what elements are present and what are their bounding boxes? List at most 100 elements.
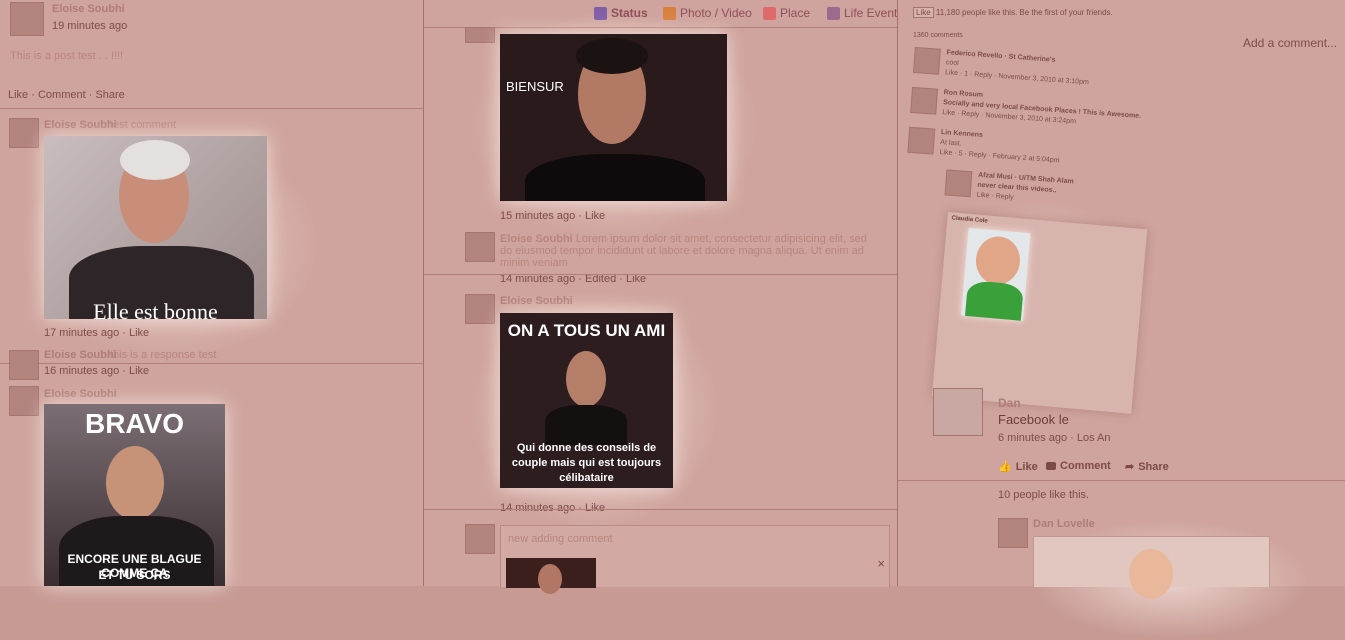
thumbs-up-icon: 👍 [998,461,1012,473]
comment-time[interactable]: 16 minutes ago [44,365,119,377]
like-box: Like 11,180 people like this. Be the fir… [913,7,1113,18]
comment-author[interactable]: Ron Rosum [944,89,984,99]
tab-label: Life Event [844,6,898,20]
post-text: Facebook le [998,412,1069,427]
person-shirt [545,405,627,445]
comment-meta[interactable]: Like · Reply [976,192,1013,202]
add-comment-link[interactable]: Add a comment... [1243,36,1337,50]
comment-avatar[interactable] [998,518,1028,548]
comment-photo[interactable] [1033,536,1270,599]
tab-place[interactable]: Place [763,6,810,20]
post-meta: 15 minutes ago · Like [500,210,606,222]
post-photo[interactable]: BIENSUR [500,34,727,201]
tab-label: Status [611,6,648,20]
tab-label: Photo / Video [680,6,752,20]
likes-count[interactable]: 10 people like this. [998,489,1089,501]
comment-link[interactable]: Comment [38,89,86,101]
comment-avatar[interactable] [465,294,495,324]
post-time[interactable]: 6 minutes ago · Los An [998,432,1111,444]
post-photo[interactable]: ON A TOUS UN AMI ... Qui donne des conse… [500,313,673,488]
comment-time[interactable]: 17 minutes ago [44,327,119,339]
comment-avatar[interactable] [907,126,936,155]
tab-status[interactable]: Status [594,6,648,20]
flag-icon [827,6,840,20]
comment-meta[interactable]: Like · 1 · Reply · November 3, 2010 at 3… [945,69,1089,86]
post-actions: Like · Comment · Share [8,89,125,101]
comment-avatar[interactable] [9,350,39,380]
like-link[interactable]: Like [129,327,149,339]
post-meta: 14 minutes ago · Like [500,502,606,514]
comment-avatar[interactable] [465,27,495,43]
comment-avatar[interactable] [465,232,495,262]
comment-text: this is a response test [110,349,217,361]
close-icon[interactable]: × [877,556,885,571]
comment-author[interactable]: Lin Kennens [941,129,983,139]
comment-avatar[interactable] [944,169,973,198]
avatar[interactable] [10,2,44,36]
person-head [1129,549,1173,599]
comment-text: At last. [940,139,962,148]
like-link[interactable]: Like [129,365,149,377]
comment-meta: 16 minutes ago · Like [44,365,150,377]
photo-icon [663,6,676,20]
comments-count: 1360 comments [913,32,963,39]
comment-meta: 17 minutes ago · Like [44,327,150,339]
photo-caption-bottom: ET TU SORS [98,568,171,582]
divider [898,480,1345,481]
post-author[interactable]: Eloise Soubhi [52,3,125,15]
reply-author[interactable]: Claudia Cole [951,215,988,224]
person-hair [120,140,190,180]
person-head [538,564,562,594]
comment-text: test comment [110,119,177,131]
like-link[interactable]: Like [585,502,605,514]
like-link[interactable]: Like [585,210,605,222]
comment-button[interactable]: Comment [1046,460,1111,472]
comment-avatar[interactable] [910,86,939,115]
photo-caption-bottom: Qui donne des conseils de couple mais qu… [511,442,662,484]
person-head [566,351,606,407]
divider [0,363,423,364]
like-box-text: 11,180 people like this. Be the first of… [935,8,1113,17]
person-shirt [525,154,705,201]
baby-shirt [965,280,1024,321]
comment-author[interactable]: Eloise Soubhi [44,119,117,131]
tab-life-event[interactable]: Life Event [827,6,897,20]
comment-photo[interactable] [506,558,596,594]
comment-photo[interactable]: Elle est bonne [44,136,267,319]
post-author[interactable]: Dan [998,396,1021,410]
post-time[interactable]: 14 minutes ago [500,502,575,514]
divider [424,274,897,275]
comment-avatar[interactable] [9,386,39,416]
reply-card: Claudia Cole [931,212,1148,414]
comment-avatar[interactable] [9,118,39,148]
new-comment-text: new adding comment [508,533,613,545]
post-avatar[interactable] [933,388,983,436]
share-link[interactable]: Share [95,89,124,101]
comment-text: cool [945,59,959,68]
comment-author[interactable]: Eloise Soubhi [500,233,573,245]
post-timestamp[interactable]: 19 minutes ago [52,20,127,32]
comment-avatar[interactable] [913,46,941,75]
tab-photo-video[interactable]: Photo / Video [663,6,752,20]
post-text: This is a post test . . !!!! [10,50,124,62]
photo-caption: Elle est bonne [93,299,218,319]
post-time[interactable]: 15 minutes ago [500,210,575,222]
like-button[interactable]: 👍 Like [998,460,1038,474]
like-link[interactable]: Like [8,89,28,101]
share-button[interactable]: ➦ Share [1125,460,1169,474]
comment-photo[interactable]: BRAVO ENCORE UNE BLAGUE COMME ÇA ET TU S… [44,404,225,586]
comment-author[interactable]: Dan Lovelle [1033,518,1095,530]
pencil-icon [594,6,607,20]
comment-meta[interactable]: Like · 5 · Reply · February 2 at 5:04pm [939,149,1059,164]
new-comment-box[interactable]: new adding comment × [500,525,890,594]
baby-head [973,234,1022,287]
photo-caption-top: BRAVO [84,408,185,439]
comment-author[interactable]: Eloise Soubhi [44,388,117,400]
comment-author[interactable]: Eloise Soubhi [500,295,573,307]
comment-author[interactable]: Eloise Soubhi [44,349,117,361]
comment-avatar[interactable] [465,524,495,554]
comment-text: Eloise Soubhi Lorem ipsum dolor sit amet… [500,233,880,269]
like-button[interactable]: Like [913,7,934,18]
like-label: Like [1015,460,1038,473]
reply-photo[interactable] [961,227,1031,321]
